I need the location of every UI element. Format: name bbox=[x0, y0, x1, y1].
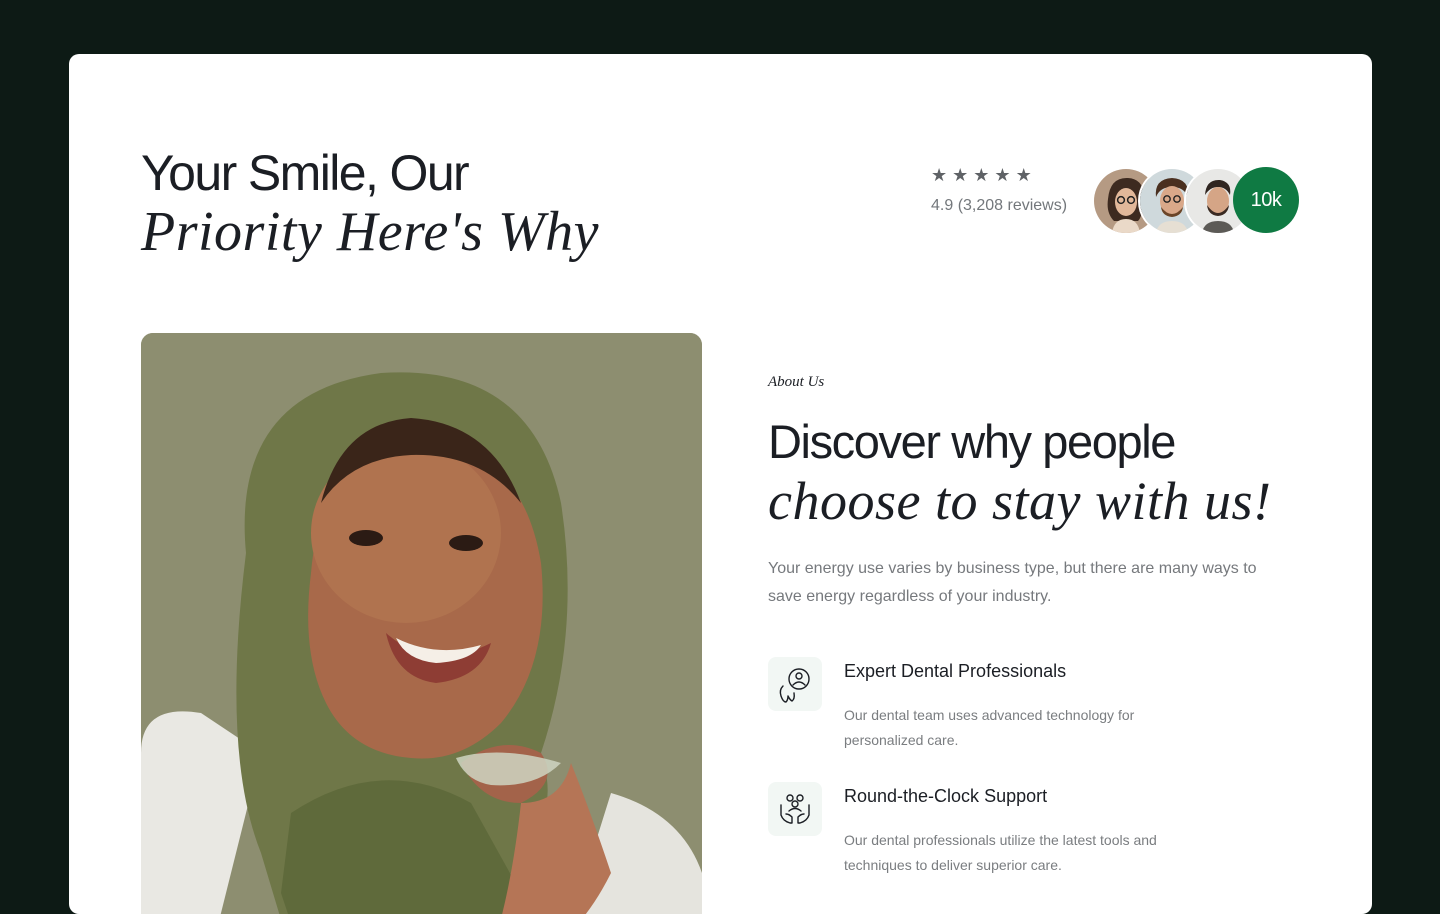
feature-item: Expert Dental Professionals Our dental t… bbox=[768, 657, 1328, 782]
feature-item: Round-the-Clock Support Our dental profe… bbox=[768, 782, 1328, 907]
dental-professional-icon bbox=[768, 657, 822, 711]
hero-title: Your Smile, Our Priority Here's Why bbox=[141, 144, 599, 262]
star-icon: ★ bbox=[973, 165, 990, 186]
star-icon: ★ bbox=[931, 165, 948, 186]
feature-list: Expert Dental Professionals Our dental t… bbox=[768, 657, 1328, 907]
about-section: About Us Discover why people choose to s… bbox=[768, 374, 1328, 907]
star-icon: ★ bbox=[994, 165, 1011, 186]
about-description: Your energy use varies by business type,… bbox=[768, 560, 1257, 605]
main-card: Your Smile, Our Priority Here's Why ★ ★ … bbox=[69, 54, 1372, 914]
about-title-line1: Discover why people bbox=[768, 415, 1176, 468]
star-icon: ★ bbox=[952, 165, 969, 186]
star-icon: ★ bbox=[1015, 165, 1032, 186]
about-eyebrow: About Us bbox=[768, 374, 825, 390]
support-hands-icon bbox=[768, 782, 822, 836]
feature-title: Expert Dental Professionals bbox=[844, 661, 1067, 681]
feature-description: Our dental professionals utilize the lat… bbox=[844, 832, 1157, 873]
feature-description: Our dental team uses advanced technology… bbox=[844, 707, 1135, 748]
rating-text: 4.9 (3,208 reviews) bbox=[931, 197, 1068, 214]
about-title: Discover why people choose to stay with … bbox=[768, 413, 1328, 531]
rating-block: ★ ★ ★ ★ ★ 4.9 (3,208 reviews) bbox=[931, 167, 1067, 215]
hero-photo bbox=[141, 333, 702, 914]
hero-title-line1: Your Smile, Our bbox=[141, 145, 470, 201]
dentist-portrait-image bbox=[141, 333, 702, 914]
reviewer-avatars: 10k bbox=[1092, 167, 1302, 235]
star-rating: ★ ★ ★ ★ ★ bbox=[931, 167, 1067, 185]
about-title-line2: choose to stay with us! bbox=[768, 471, 1272, 531]
reviewer-count-badge: 10k bbox=[1233, 167, 1299, 233]
feature-title: Round-the-Clock Support bbox=[844, 786, 1048, 806]
hero-title-line2: Priority Here's Why bbox=[141, 201, 599, 263]
